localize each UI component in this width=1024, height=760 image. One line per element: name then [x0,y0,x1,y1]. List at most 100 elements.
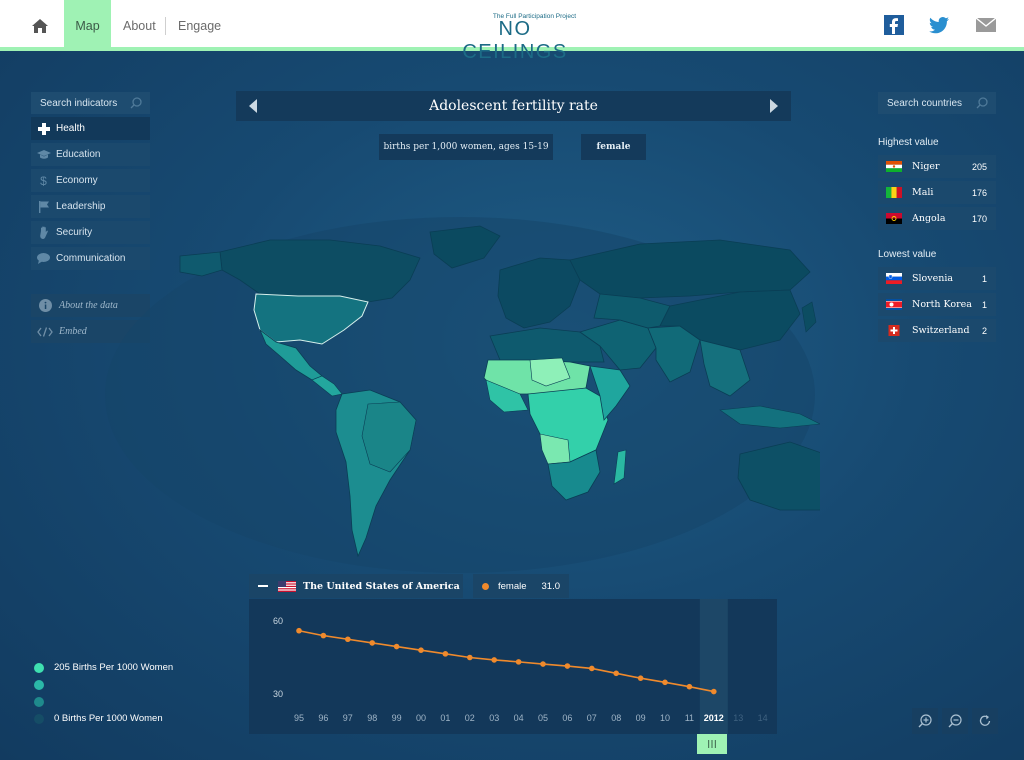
data-point [540,661,546,667]
switzerland-flag-icon [886,325,902,336]
legend-min: 0 Births Per 1000 Women [34,710,173,727]
category-health[interactable]: Health [31,117,150,140]
category-economy[interactable]: $ Economy [31,169,150,192]
country-name: North Korea [912,299,972,310]
x-tick-label: 01 [440,713,450,723]
series-name: female [498,580,527,592]
data-point [711,688,717,695]
logo-title: NO CEILINGS [462,18,568,63]
slovenia-flag-icon [886,273,902,284]
twitter-icon [929,16,949,33]
highest-value-list: Niger 205 Mali 176 Angola 170 [878,155,996,233]
nav-engage-link[interactable]: Engage [178,0,221,51]
country-value: 170 [971,213,987,224]
region-japan [801,301,817,333]
legend-swatch [34,696,44,707]
north-korea-flag-icon [886,299,902,310]
category-label: Security [56,227,93,238]
search-icon [976,97,988,109]
lowest-value-list: Slovenia 1 North Korea 1 Switzerland 2 [878,267,996,345]
zoom-in-button[interactable] [912,708,938,734]
niger-flag-icon [886,161,902,172]
nav-about-link[interactable]: About [123,0,156,51]
info-icon [31,299,59,312]
data-point [637,675,644,681]
data-point [589,665,595,672]
data-point [467,654,473,661]
home-icon [32,18,48,33]
lowest-row-north-korea[interactable]: North Korea 1 [878,293,996,316]
x-tick-label: 14 [758,713,768,723]
selected-country-name: The United States of America [303,580,460,592]
highest-value-heading: Highest value [878,137,939,148]
zoom-in-icon [918,714,932,728]
indicator-title-bar: Adolescent fertility rate [236,91,791,121]
y-tick-label: 30 [273,689,283,699]
highest-row-angola[interactable]: Angola 170 [878,207,996,230]
nav-map-tab[interactable]: Map [64,0,111,51]
country-search-placeholder: Search countries [887,97,963,109]
x-tick-label: 11 [685,713,694,723]
collapse-icon[interactable] [258,585,268,587]
gender-selector[interactable]: female [581,134,646,160]
world-map[interactable] [100,210,885,580]
x-tick-label: 00 [416,713,426,723]
x-tick-label: 06 [562,713,572,723]
email-share-button[interactable] [975,14,997,36]
indicator-search-input[interactable]: Search indicators [31,92,150,114]
lowest-row-slovenia[interactable]: Slovenia 1 [878,267,996,290]
legend-step [34,693,173,710]
data-point [442,651,449,657]
category-label: Economy [56,175,98,186]
country-name: Mali [912,187,934,198]
region-australia [737,441,841,511]
world-map-svg[interactable] [100,210,885,580]
unit-selector[interactable]: births per 1,000 women, ages 15-19 [379,134,553,160]
data-point [369,640,375,646]
zoom-out-button[interactable] [942,708,968,734]
embed-label: Embed [59,326,87,337]
y-tick-label: 60 [273,616,283,626]
x-tick-label: 96 [318,713,328,723]
speech-bubble-icon [31,253,56,264]
timeline-drag-handle[interactable] [697,734,727,754]
grip-icon [708,740,716,748]
next-indicator-icon[interactable] [769,99,779,113]
twitter-share-button[interactable] [928,14,950,36]
highest-row-niger[interactable]: Niger 205 [878,155,996,178]
highest-row-mali[interactable]: Mali 176 [878,181,996,204]
category-label: Health [56,123,85,134]
country-value: 2 [981,325,987,336]
series-dot-icon [482,582,489,590]
indicator-search-placeholder: Search indicators [40,97,118,109]
x-tick-label: 05 [538,713,548,723]
data-point [515,659,522,665]
x-tick-label: 02 [465,713,475,723]
previous-indicator-icon[interactable] [248,99,258,113]
site-logo[interactable]: The Full Participation Project NO CEILIN… [450,11,580,63]
country-search-input[interactable]: Search countries [878,92,996,114]
lowest-value-heading: Lowest value [878,249,937,260]
angola-flag-icon [886,213,902,224]
timeline-chart[interactable]: 60 30 95 96 97 98 99 00 01 02 03 04 05 06 07 08 09 10 11 20… [249,599,777,734]
mali-flag-icon [886,187,902,198]
x-tick-label: 98 [367,713,377,723]
indicator-title: Adolescent fertility rate [429,98,598,114]
data-point [564,663,571,669]
facebook-share-button[interactable] [883,14,905,36]
selected-country-header[interactable]: The United States of America [249,574,463,598]
series-header: female 31.0 [473,574,569,598]
reset-view-button[interactable] [972,708,998,734]
legend-swatch [34,713,44,724]
home-button[interactable] [16,0,64,51]
lowest-row-switzerland[interactable]: Switzerland 2 [878,319,996,342]
x-tick-label: 97 [343,713,353,723]
timeline-chart-svg[interactable]: 60 30 95 96 97 98 99 00 01 02 03 04 05 06 07 08 09 10 11 20… [249,599,777,734]
series-value: 31.0 [541,580,561,592]
country-value: 1 [981,299,987,310]
data-point [418,647,424,653]
country-value: 205 [971,161,987,172]
data-point [662,679,668,686]
legend-max: 205 Births Per 1000 Women [34,659,173,676]
category-education[interactable]: Education [31,143,150,166]
